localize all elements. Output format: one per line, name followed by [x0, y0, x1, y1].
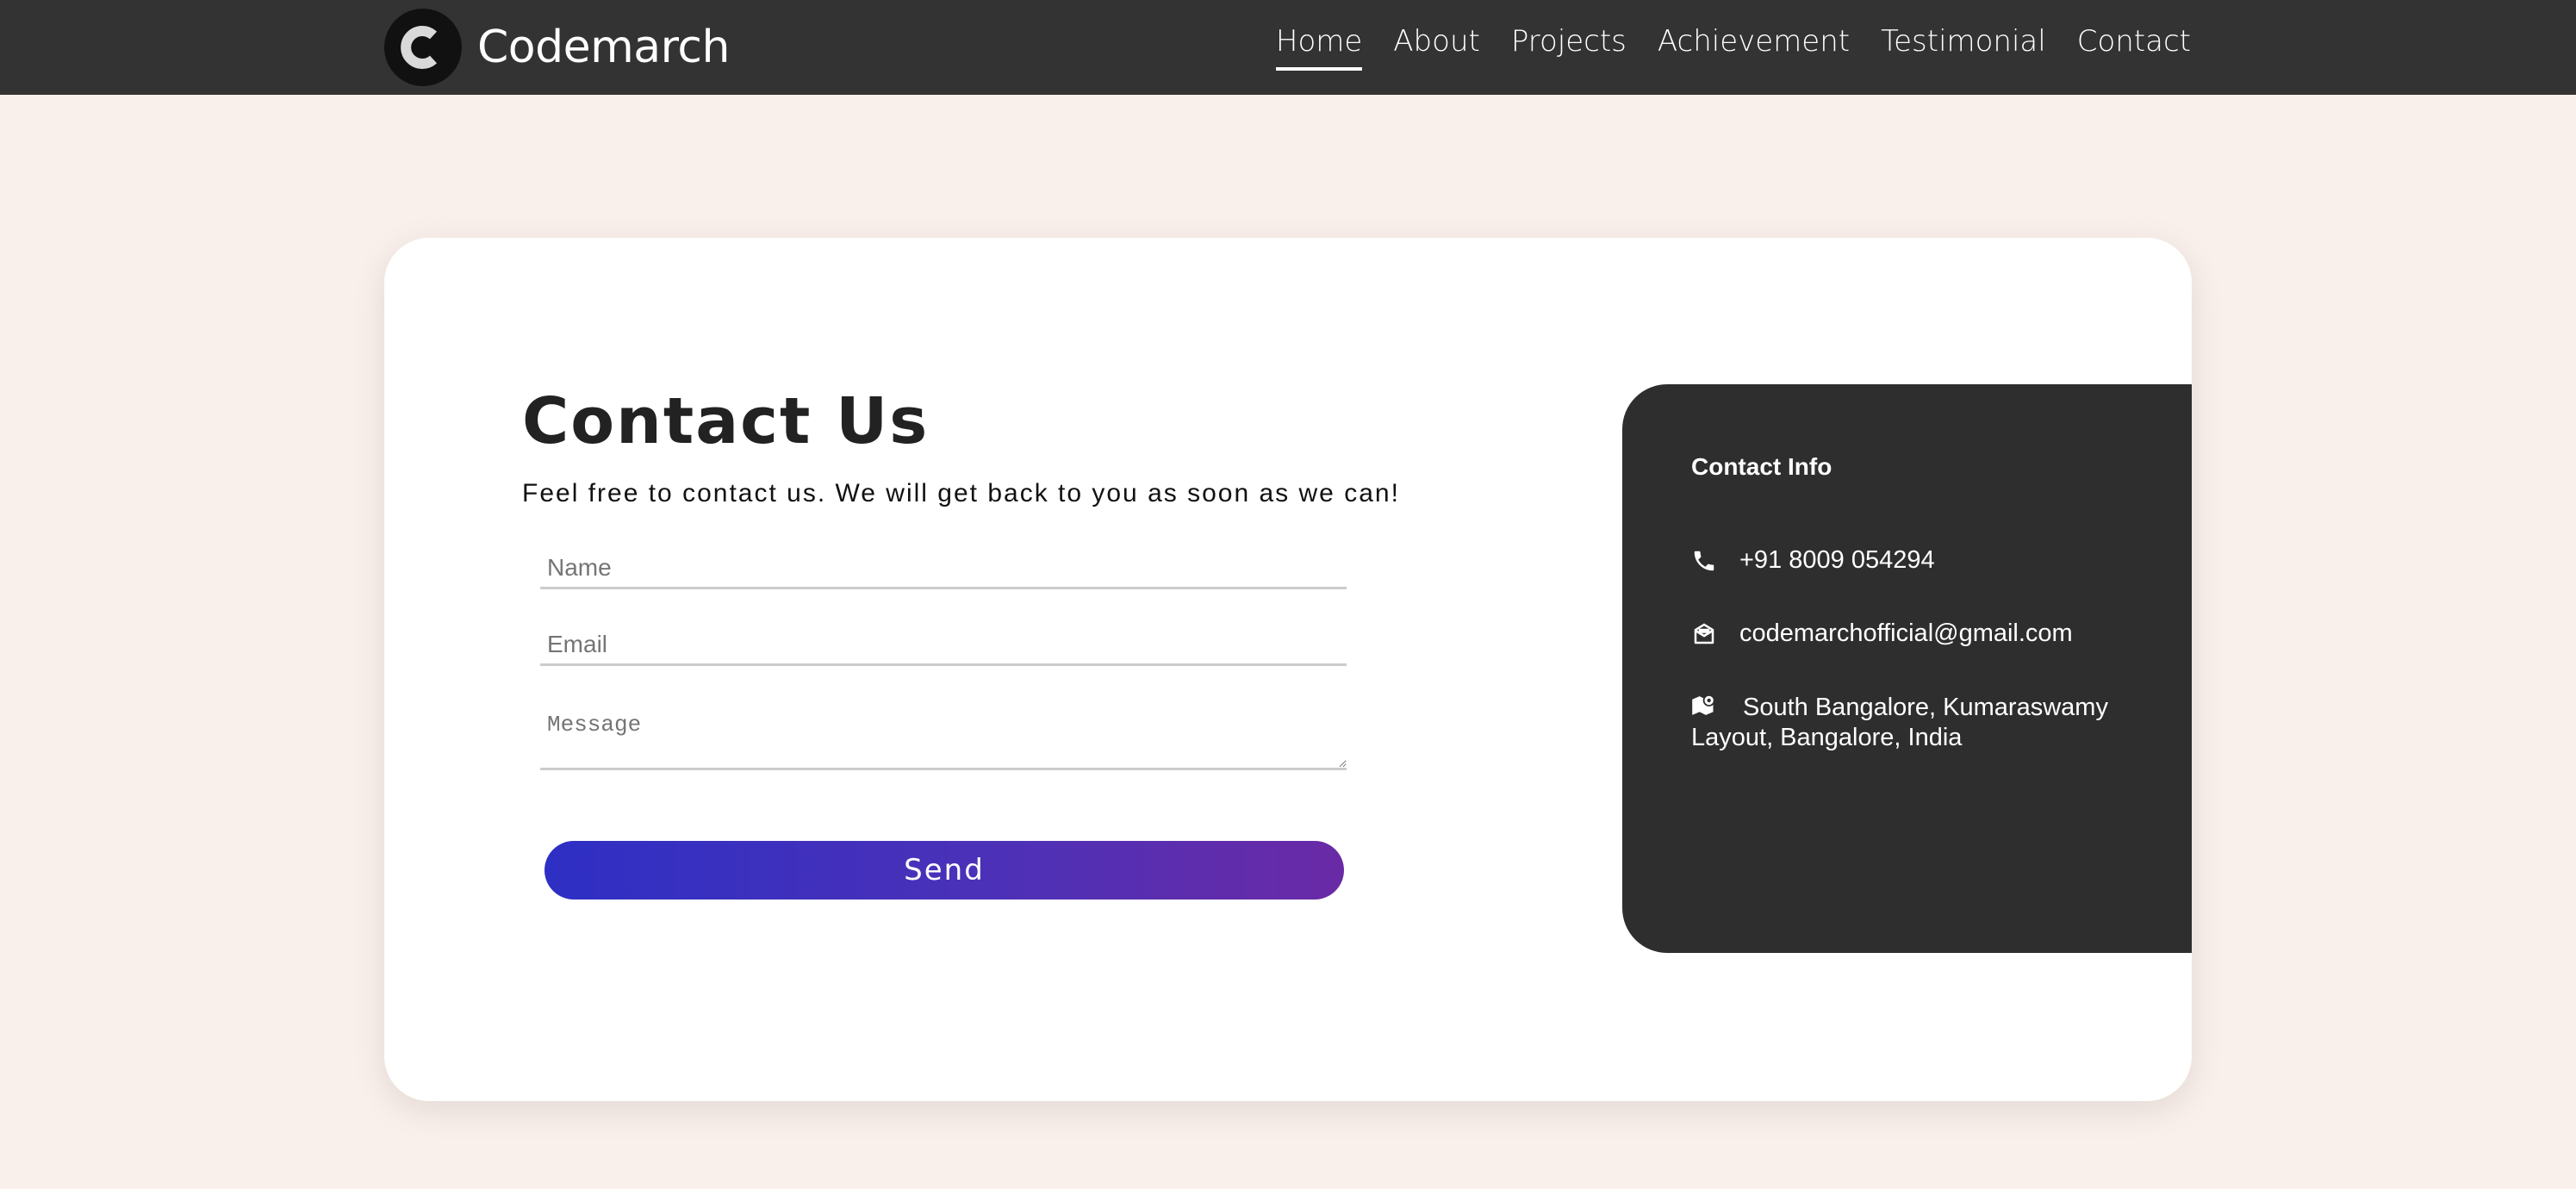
nav-link-projects[interactable]: Projects: [1511, 24, 1627, 71]
logo-icon: [384, 9, 462, 86]
contact-subtitle: Feel free to contact us. We will get bac…: [522, 479, 1400, 507]
message-textarea[interactable]: [540, 705, 1347, 770]
brand[interactable]: Codemarch: [384, 9, 730, 86]
phone-icon: [1691, 548, 1717, 574]
nav-link-home[interactable]: Home: [1275, 24, 1363, 71]
contact-card: Contact Us Feel free to contact us. We w…: [384, 238, 2192, 1101]
email-address[interactable]: codemarchofficial@gmail.com: [1739, 619, 2073, 648]
map-marker-icon: [1691, 693, 1720, 719]
address-row: South Bangalore, Kumaraswamy Layout, Ban…: [1691, 693, 2139, 753]
main-nav: Home About Projects Achievement Testimon…: [1275, 24, 2191, 71]
nav-link-contact[interactable]: Contact: [2077, 24, 2191, 71]
brand-name: Codemarch: [477, 22, 730, 73]
phone-number[interactable]: +91 8009 054294: [1739, 546, 1935, 575]
contact-info-title: Contact Info: [1691, 453, 1832, 480]
send-button[interactable]: Send: [544, 841, 1344, 900]
envelope-open-icon: [1691, 621, 1717, 647]
address-text: South Bangalore, Kumaraswamy Layout, Ban…: [1691, 694, 2108, 751]
navbar: Codemarch Home About Projects Achievemen…: [0, 0, 2576, 95]
contact-heading: Contact Us: [522, 384, 930, 458]
phone-row: +91 8009 054294: [1691, 546, 1935, 575]
nav-link-about[interactable]: About: [1393, 24, 1480, 71]
email-input[interactable]: [540, 625, 1347, 666]
email-row: codemarchofficial@gmail.com: [1691, 619, 2073, 648]
nav-link-achievement[interactable]: Achievement: [1658, 24, 1850, 71]
name-input[interactable]: [540, 548, 1347, 589]
contact-info-panel: Contact Info +91 8009 054294 codemarchof…: [1622, 384, 2192, 953]
nav-link-testimonial[interactable]: Testimonial: [1881, 24, 2046, 71]
